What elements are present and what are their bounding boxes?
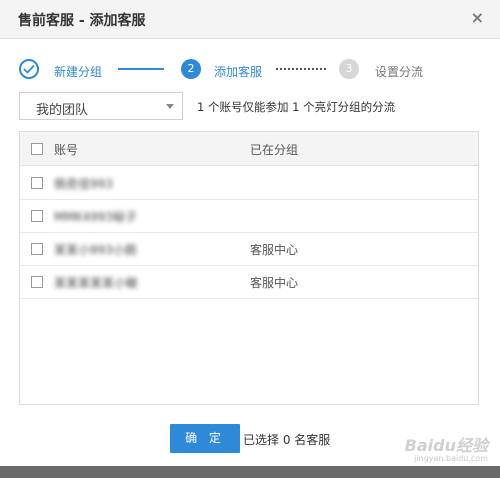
step-connector-solid	[118, 68, 164, 70]
confirm-button[interactable]: 确 定	[170, 424, 240, 453]
header-group: 已在分组	[250, 143, 299, 157]
team-select[interactable]: 我的团队	[19, 92, 183, 120]
step-1-label: 新建分组	[54, 65, 103, 79]
row-checkbox[interactable]	[31, 276, 43, 288]
row-account: 某某小993小鹃	[54, 243, 137, 257]
watermark-url: jingyan.baidu.com	[414, 454, 488, 463]
team-select-value: 我的团队	[36, 103, 89, 118]
row-checkbox[interactable]	[31, 210, 43, 222]
header-account: 账号	[54, 143, 79, 157]
bottom-bar	[0, 466, 500, 478]
add-agent-dialog: 售前客服 - 添加客服 × 新建分组 2 添加客服 3 设置分流 我的团队 1 …	[0, 0, 500, 478]
step-indicator: 新建分组 2 添加客服 3 设置分流	[0, 56, 500, 86]
watermark-logo: Baidu经验	[404, 436, 488, 455]
table-row[interactable]: MMK4993秘子	[20, 199, 478, 233]
row-account: 某某某某某小敏	[54, 276, 139, 290]
dialog-header: 售前客服 - 添加客服 ×	[0, 0, 500, 39]
table-row[interactable]: 某某某某某小敏 客服中心	[20, 265, 478, 299]
table-header: 账号 已在分组	[20, 132, 478, 166]
row-checkbox[interactable]	[31, 177, 43, 189]
step-3-number: 3	[339, 59, 359, 79]
close-icon[interactable]: ×	[471, 8, 484, 27]
table-row[interactable]: 佩奇佳993	[20, 166, 478, 200]
row-group: 客服中心	[250, 276, 299, 290]
row-group: 客服中心	[250, 243, 299, 257]
table-row[interactable]: 某某小993小鹃 客服中心	[20, 232, 478, 266]
step-2-number: 2	[181, 59, 201, 79]
row-account: MMK4993秘子	[54, 210, 138, 224]
step-2-label: 添加客服	[214, 65, 263, 79]
row-account: 佩奇佳993	[54, 177, 113, 191]
group-limit-hint: 1 个账号仅能参加 1 个亮灯分组的分流	[197, 100, 396, 114]
step-1-check-icon	[19, 59, 39, 79]
step-3-label: 设置分流	[375, 65, 424, 79]
selected-count: 已选择 0 名客服	[243, 433, 331, 447]
step-connector-dotted	[276, 68, 326, 70]
dialog-title: 售前客服 - 添加客服	[18, 13, 146, 29]
chevron-down-icon	[166, 104, 174, 109]
row-checkbox[interactable]	[31, 243, 43, 255]
select-all-checkbox[interactable]	[31, 143, 43, 155]
agent-table: 账号 已在分组 佩奇佳993 MMK4993秘子 某某小993小鹃 客服中心 某…	[19, 131, 479, 405]
